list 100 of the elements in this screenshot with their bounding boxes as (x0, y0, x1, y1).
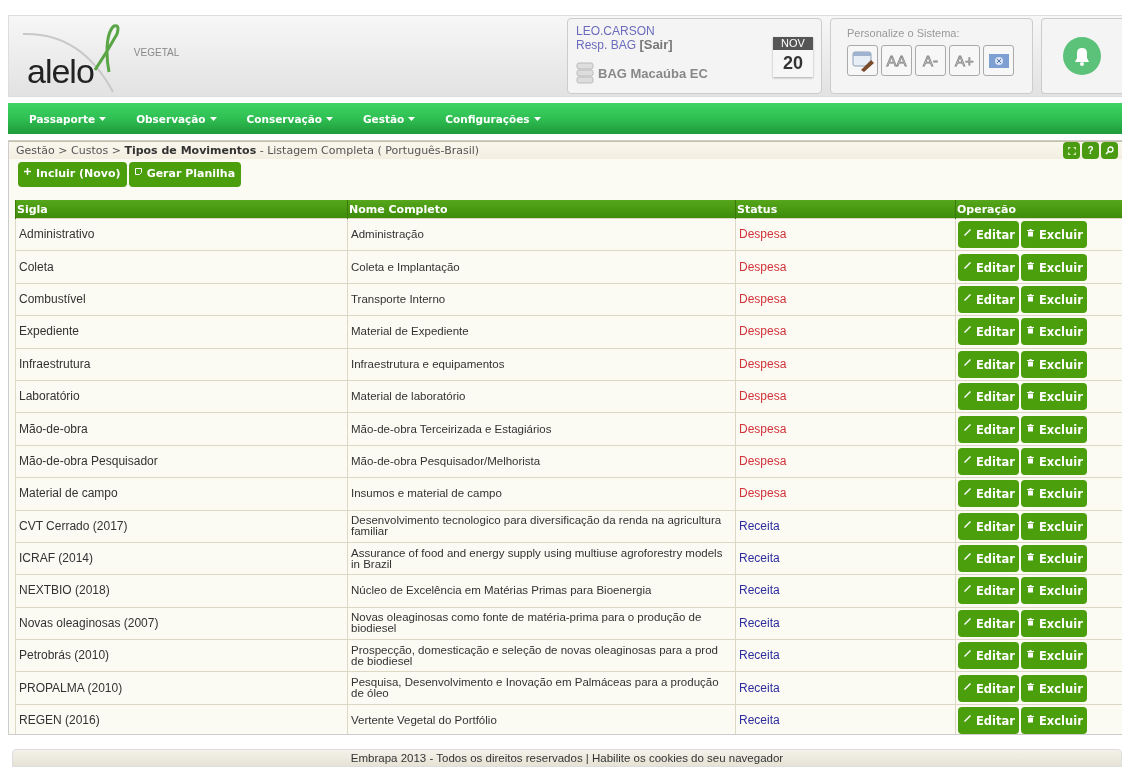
delete-button[interactable]: Excluir (1020, 285, 1087, 313)
nav-menu-item[interactable]: Observação (136, 112, 217, 125)
flag-icon (987, 52, 1010, 69)
expand-icon (1067, 146, 1076, 155)
delete-button[interactable]: Excluir (1020, 383, 1087, 411)
delete-button[interactable]: Excluir (1020, 674, 1087, 702)
edit-button[interactable]: Editar (958, 221, 1019, 249)
caret-icon (209, 116, 217, 121)
font-size-button[interactable]: A- (915, 45, 946, 76)
trash-icon (1026, 520, 1034, 529)
edit-button[interactable]: Editar (958, 415, 1019, 443)
edit-button[interactable]: Editar (958, 285, 1019, 313)
logo-tagline: VEGETAL (133, 47, 180, 58)
nav-menu-item[interactable]: Configurações (445, 112, 541, 125)
pencil-icon (964, 455, 971, 463)
delete-button[interactable]: Excluir (1020, 577, 1087, 605)
delete-button[interactable]: Excluir (1020, 415, 1087, 443)
status-text: Despesa (735, 412, 956, 446)
edit-button[interactable]: Editar (958, 674, 1019, 702)
delete-button[interactable]: Excluir (1020, 642, 1087, 670)
delete-button[interactable]: Excluir (1020, 707, 1087, 734)
user-role: Resp. BAG (576, 38, 637, 52)
edit-button[interactable]: Editar (958, 512, 1019, 540)
table-cell: Desenvolvimento tecnologico para diversificação da renda na agricultura familiar (347, 510, 736, 543)
calendar-date: NOV 20 (773, 37, 813, 77)
table-cell: Núcleo de Excelência em Matérias Primas para Bioenergia (347, 574, 736, 608)
trash-icon (1026, 358, 1034, 367)
caret-icon (533, 116, 541, 121)
pencil-icon (964, 682, 971, 690)
edit-button[interactable]: Editar (958, 447, 1019, 475)
pencil-icon (964, 261, 971, 269)
font-size-button[interactable]: AA (881, 45, 912, 76)
theme-button[interactable] (847, 45, 878, 76)
table-cell: Mão-de-obra Pesquisador (15, 445, 348, 478)
table-cell: Material de campo (15, 477, 348, 510)
help-button[interactable]: ? (1082, 142, 1099, 159)
nav-menu-item[interactable]: Passaporte (29, 112, 107, 125)
edit-button[interactable]: Editar (958, 318, 1019, 346)
edit-button[interactable]: Editar (958, 350, 1019, 378)
table-cell: NEXTBIO (2018) (15, 574, 348, 608)
delete-button[interactable]: Excluir (1020, 609, 1087, 637)
table-cell: REGEN (2016) (15, 704, 348, 734)
table-cell: Material de laboratório (347, 380, 736, 413)
edit-button[interactable]: Editar (958, 383, 1019, 411)
delete-button[interactable]: Excluir (1020, 447, 1087, 475)
pencil-icon (964, 488, 971, 496)
font-size-button[interactable]: A+ (949, 45, 980, 76)
edit-button[interactable]: Editar (958, 609, 1019, 637)
nav-menu-item[interactable]: Conservação (246, 112, 333, 125)
status-text: Despesa (735, 380, 956, 413)
delete-button[interactable]: Excluir (1020, 512, 1087, 540)
logout-link[interactable]: [Sair] (639, 37, 673, 52)
edit-button[interactable]: Editar (958, 707, 1019, 734)
delete-button[interactable]: Excluir (1020, 545, 1087, 573)
edit-button[interactable]: Editar (958, 642, 1019, 670)
user-name: LEO.CARSON (576, 25, 656, 38)
table-cell: Petrobrás (2010) (15, 639, 348, 672)
table-cell: Novas oleaginosas (2007) (15, 607, 348, 640)
table-cell: Combustível (15, 283, 348, 316)
language-button[interactable] (983, 45, 1014, 76)
palette-icon (850, 49, 875, 72)
delete-button[interactable]: Excluir (1020, 480, 1087, 508)
status-text: Despesa (735, 445, 956, 478)
note-icon (134, 168, 142, 175)
caret-icon (326, 116, 333, 121)
table-cell: CVT Cerrado (2017) (15, 510, 348, 543)
bell-icon[interactable] (1063, 37, 1101, 75)
column-header: Sigla (15, 200, 348, 219)
spreadsheet-button[interactable]: Gerar Planilha (128, 162, 242, 187)
trash-icon (1026, 650, 1034, 659)
footer-text: Embrapa 2013 - Todos os direitos reservados | Habilite os cookies do seu navegador (350, 752, 784, 764)
table-cell: Mão-de-obra Terceirizada e Estagiários (347, 412, 736, 446)
edit-button[interactable]: Editar (958, 480, 1019, 508)
column-header: Operação (955, 200, 1122, 219)
fullscreen-button[interactable] (1063, 142, 1080, 159)
delete-button[interactable]: Excluir (1020, 253, 1087, 281)
plus-icon (24, 168, 31, 175)
table-cell: Novas oleaginosas como fonte de matéria-prima para o produção de biodiesel (347, 607, 736, 640)
pencil-icon (964, 229, 971, 237)
pencil-icon (964, 391, 971, 399)
table-cell: Pesquisa, Desenvolvimento e Inovação em Palmáceas para a produção de óleo (347, 671, 736, 705)
edit-button[interactable]: Editar (958, 253, 1019, 281)
pencil-icon (964, 520, 971, 528)
pencil-icon (964, 358, 971, 366)
trash-icon (1026, 261, 1034, 270)
table-cell: Material de Expediente (347, 315, 736, 349)
status-text: Receita (735, 671, 956, 705)
edit-button[interactable]: Editar (958, 577, 1019, 605)
database-name: BAG Macaúba EC (598, 66, 708, 80)
add-button[interactable]: Incluir (Novo) (18, 162, 127, 187)
nav-menu-item[interactable]: Gestão (363, 112, 416, 125)
delete-button[interactable]: Excluir (1020, 318, 1087, 346)
status-text: Receita (735, 607, 956, 640)
table-cell: Expediente (15, 315, 348, 349)
table-cell: Administrativo (15, 218, 348, 251)
logo-text: alelo (27, 54, 94, 88)
delete-button[interactable]: Excluir (1020, 350, 1087, 378)
search-button[interactable] (1101, 142, 1118, 159)
delete-button[interactable]: Excluir (1020, 221, 1087, 249)
edit-button[interactable]: Editar (958, 545, 1019, 573)
